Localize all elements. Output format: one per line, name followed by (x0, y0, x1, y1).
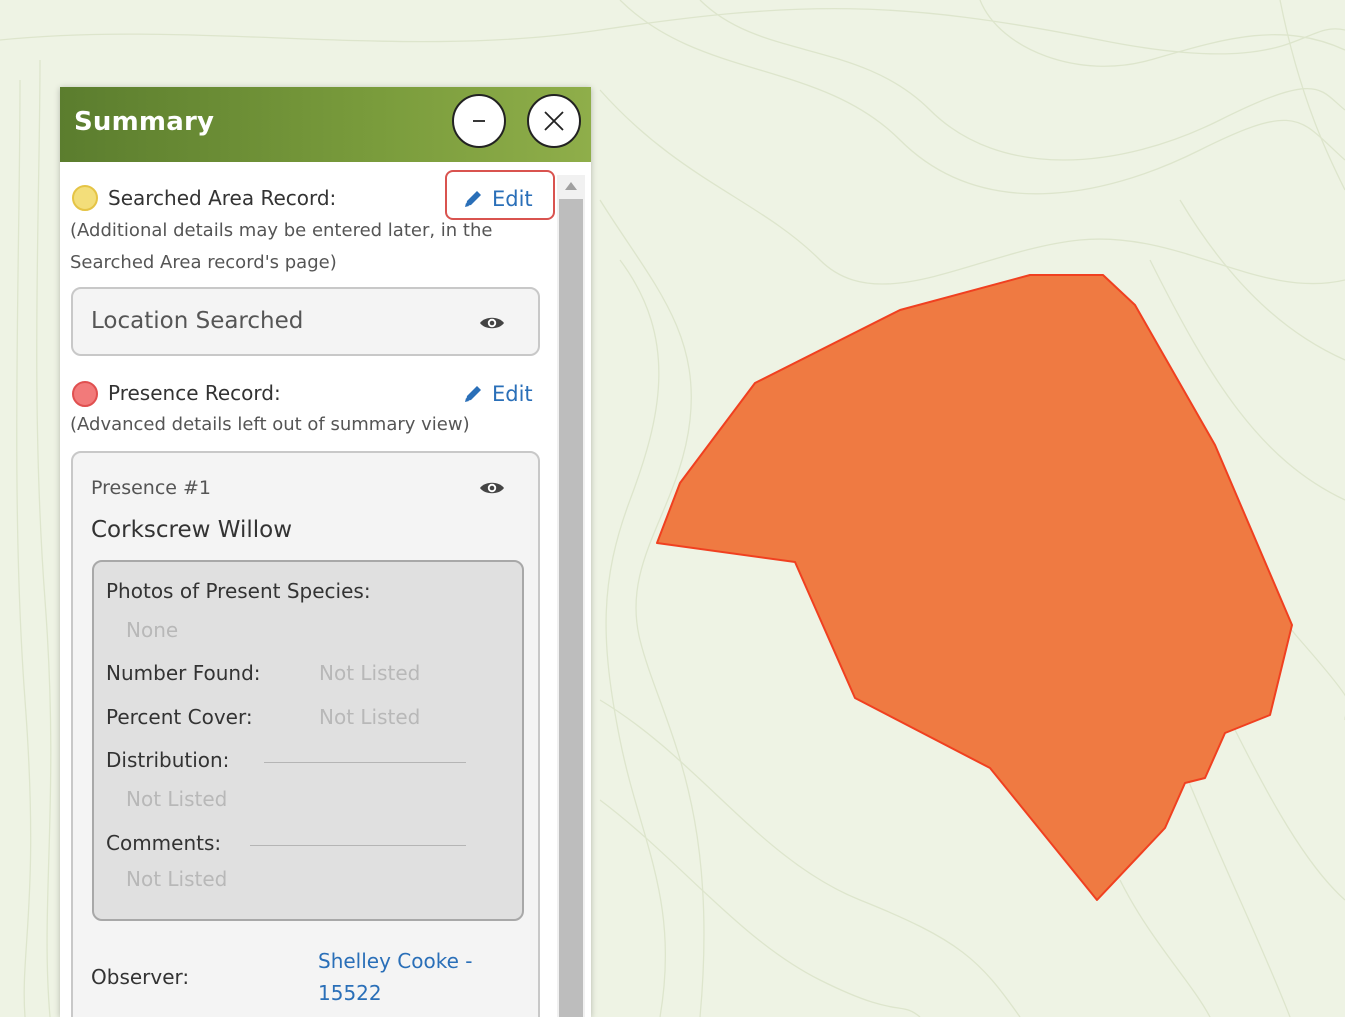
presence-status-dot (72, 381, 98, 407)
searched-area-edit-link[interactable]: Edit (462, 187, 533, 211)
distribution-divider (264, 762, 466, 763)
photos-label: Photos of Present Species: (106, 579, 371, 603)
minimize-button[interactable] (452, 94, 506, 148)
pencil-icon (465, 191, 481, 207)
observer-link-line2[interactable]: 15522 (318, 981, 382, 1005)
presence-edit-link[interactable]: Edit (462, 382, 533, 406)
scroll-up-button[interactable] (557, 175, 585, 197)
eye-icon[interactable] (479, 314, 505, 332)
observer-label: Observer: (91, 965, 190, 989)
chevron-up-icon (565, 182, 577, 190)
close-icon (544, 111, 564, 131)
observer-link-line1[interactable]: Shelley Cooke - (318, 949, 472, 973)
comments-divider (250, 845, 466, 846)
presence-label: Presence Record: (108, 381, 281, 405)
photos-value: None (126, 618, 179, 642)
searched-area-status-dot (72, 185, 98, 211)
edit-label: Edit (492, 382, 533, 406)
distribution-value: Not Listed (126, 787, 228, 811)
eye-icon[interactable] (479, 479, 505, 497)
percent-cover-value: Not Listed (319, 705, 421, 729)
searched-area-label: Searched Area Record: (108, 186, 337, 210)
minimize-icon (473, 120, 485, 122)
presence-note: (Advanced details left out of summary vi… (70, 414, 470, 435)
scrollbar-thumb[interactable] (559, 199, 583, 1017)
close-button[interactable] (527, 94, 581, 148)
location-searched-label: Location Searched (91, 308, 304, 334)
comments-value: Not Listed (126, 867, 228, 891)
panel-header: Summary (60, 87, 591, 162)
number-found-label: Number Found: (106, 661, 261, 685)
searched-area-note-1: (Additional details may be entered later… (70, 220, 493, 241)
presence-details-card: Photos of Present Species: None Number F… (92, 560, 524, 921)
comments-label: Comments: (106, 831, 222, 855)
presence-heading: Presence #1 (91, 477, 212, 499)
number-found-value: Not Listed (319, 661, 421, 685)
presence-card: Presence #1 Corkscrew Willow Photos of P… (71, 451, 540, 1017)
pencil-icon (465, 386, 481, 402)
distribution-label: Distribution: (106, 748, 230, 772)
species-name: Corkscrew Willow (91, 517, 293, 543)
location-searched-card[interactable]: Location Searched (71, 287, 540, 356)
searched-area-note-2: Searched Area record's page) (70, 252, 337, 273)
panel-title: Summary (74, 107, 215, 137)
percent-cover-label: Percent Cover: (106, 705, 253, 729)
summary-panel: Summary Searched Area Record: Edit (Addi… (60, 87, 591, 1017)
edit-label: Edit (492, 187, 533, 211)
